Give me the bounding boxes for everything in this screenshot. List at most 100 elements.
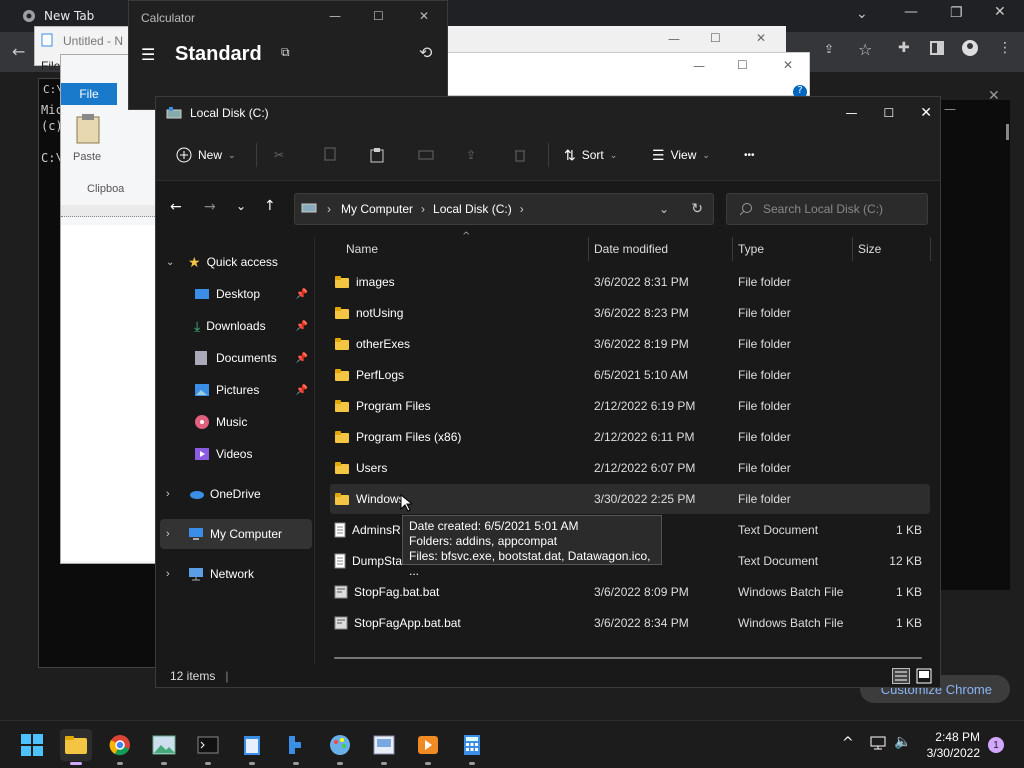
details-view-icon[interactable] bbox=[892, 668, 910, 684]
share-icon[interactable]: ⇪ bbox=[466, 141, 476, 169]
history-icon[interactable]: ⟲ bbox=[419, 43, 432, 62]
column-header-type[interactable]: Type bbox=[738, 237, 764, 261]
pin-icon[interactable]: 📌 bbox=[296, 385, 308, 396]
close-icon[interactable]: ✕ bbox=[988, 88, 1000, 104]
network-icon[interactable] bbox=[870, 736, 886, 750]
share-icon[interactable]: ⇪ bbox=[824, 42, 834, 56]
pin-icon[interactable]: 📌 bbox=[296, 321, 308, 332]
app-icon[interactable] bbox=[280, 729, 312, 765]
file-row[interactable]: notUsing 3/6/2022 8:23 PM File folder bbox=[330, 298, 930, 328]
restore-icon[interactable]: ❐ bbox=[950, 5, 963, 21]
hamburger-icon[interactable]: ☰ bbox=[141, 45, 155, 64]
volume-icon[interactable]: 🔈 bbox=[894, 734, 911, 750]
nav-quick-access[interactable]: ⌄ ★ Quick access bbox=[156, 247, 312, 277]
minimize-icon[interactable]: — bbox=[668, 32, 680, 46]
file-row[interactable]: images 3/6/2022 8:31 PM File folder bbox=[330, 267, 930, 297]
column-header-size[interactable]: Size bbox=[858, 237, 881, 261]
search-input[interactable]: Search Local Disk (C:) bbox=[726, 193, 928, 225]
file-row[interactable]: Program Files 2/12/2022 6:19 PM File folde… bbox=[330, 391, 930, 421]
horizontal-scrollbar[interactable] bbox=[334, 657, 922, 659]
nav-item-downloads[interactable]: ⤓ Downloads 📌 bbox=[156, 311, 312, 341]
canvas[interactable] bbox=[61, 225, 159, 561]
column-header-date[interactable]: Date modified bbox=[594, 237, 668, 261]
nav-my-computer[interactable]: › My Computer bbox=[160, 519, 312, 549]
paste-icon[interactable] bbox=[370, 141, 384, 169]
start-icon[interactable] bbox=[16, 729, 48, 761]
column-header-name[interactable]: Name bbox=[346, 237, 378, 261]
close-icon[interactable]: ✕ bbox=[783, 58, 793, 72]
close-icon[interactable]: ✕ bbox=[994, 4, 1006, 20]
delete-icon[interactable] bbox=[514, 141, 526, 169]
notepad-icon[interactable] bbox=[236, 729, 268, 765]
tiles-view-icon[interactable] bbox=[916, 668, 932, 684]
nav-item-music[interactable]: Music bbox=[156, 407, 312, 437]
copy-icon[interactable] bbox=[322, 141, 336, 169]
pane-divider[interactable] bbox=[314, 237, 315, 665]
maximize-icon[interactable]: ☐ bbox=[884, 106, 895, 120]
file-row[interactable]: StopFagApp.bat.bat 3/6/2022 8:34 PM Window… bbox=[330, 608, 930, 638]
pin-icon[interactable]: 📌 bbox=[296, 353, 308, 364]
minimize-icon[interactable]: — bbox=[944, 102, 956, 116]
nav-item-videos[interactable]: Videos bbox=[156, 439, 312, 469]
sidepanel-icon[interactable] bbox=[930, 41, 944, 55]
nav-network[interactable]: › Network bbox=[156, 559, 312, 589]
maximize-icon[interactable]: ☐ bbox=[373, 9, 384, 23]
column-separator[interactable] bbox=[588, 237, 589, 261]
profile-icon[interactable] bbox=[962, 40, 978, 56]
file-row[interactable]: Program Files (x86) 2/12/2022 6:11 PM File… bbox=[330, 422, 930, 452]
nav-item-pictures[interactable]: Pictures 📌 bbox=[156, 375, 312, 405]
column-separator[interactable] bbox=[930, 237, 931, 261]
close-icon[interactable]: ✕ bbox=[419, 9, 429, 23]
paint-file-tab[interactable]: File bbox=[61, 83, 117, 105]
forward-icon[interactable]: → bbox=[204, 199, 216, 215]
extensions-icon[interactable]: ✚ bbox=[898, 40, 910, 56]
file-row[interactable]: Windows 3/30/2022 2:25 PM File folder bbox=[330, 484, 930, 514]
file-explorer-icon[interactable] bbox=[60, 729, 92, 765]
file-row[interactable]: PerfLogs 6/5/2021 5:10 AM File folder bbox=[330, 360, 930, 390]
notification-badge[interactable]: 1 bbox=[988, 737, 1004, 753]
column-separator[interactable] bbox=[852, 237, 853, 261]
maximize-icon[interactable]: ☐ bbox=[737, 58, 748, 72]
notepad-menu-file[interactable]: File bbox=[41, 59, 60, 73]
close-icon[interactable]: ✕ bbox=[756, 31, 766, 45]
photos-icon[interactable] bbox=[148, 729, 180, 765]
nav-item-desktop[interactable]: Desktop 📌 bbox=[156, 279, 312, 309]
maximize-icon[interactable]: ☐ bbox=[710, 31, 721, 45]
calculator-icon[interactable] bbox=[456, 729, 488, 765]
terminal-icon[interactable] bbox=[192, 729, 224, 765]
keep-on-top-icon[interactable]: ⧉ bbox=[281, 45, 290, 60]
chevron-up-icon[interactable]: ^ bbox=[842, 735, 854, 751]
media-player-icon[interactable] bbox=[412, 729, 444, 765]
chrome-icon[interactable] bbox=[104, 729, 136, 765]
close-icon[interactable]: ✕ bbox=[920, 105, 932, 121]
up-icon[interactable]: ↑ bbox=[264, 198, 276, 214]
chevron-down-icon[interactable]: ⌄ bbox=[856, 6, 868, 22]
image-viewer-icon[interactable] bbox=[368, 729, 400, 765]
address-bar[interactable]: › My Computer › Local Disk (C:) › ⌄ ↻ bbox=[294, 193, 714, 225]
minimize-icon[interactable]: — bbox=[904, 4, 918, 20]
view-button[interactable]: ☰ View ⌄ bbox=[652, 141, 710, 169]
minimize-icon[interactable]: — bbox=[329, 9, 341, 23]
recent-locations-icon[interactable]: ⌄ bbox=[236, 199, 246, 213]
file-row[interactable]: otherExes 3/6/2022 8:19 PM File folder bbox=[330, 329, 930, 359]
scrollbar-thumb[interactable] bbox=[1006, 124, 1009, 140]
file-row[interactable]: Users 2/12/2022 6:07 PM File folder bbox=[330, 453, 930, 483]
minimize-icon[interactable]: — bbox=[693, 59, 705, 73]
minimize-icon[interactable]: — bbox=[846, 106, 858, 120]
sort-button[interactable]: ⇅ Sort ⌄ bbox=[564, 141, 617, 169]
back-icon[interactable]: ← bbox=[12, 42, 25, 61]
breadcrumb-local-disk[interactable]: Local Disk (C:) bbox=[433, 202, 512, 216]
nav-item-documents[interactable]: Documents 📌 bbox=[156, 343, 312, 373]
clipboard-icon[interactable] bbox=[75, 113, 101, 145]
refresh-icon[interactable]: ↻ bbox=[691, 200, 703, 217]
clock[interactable]: 2:48 PM 3/30/2022 bbox=[927, 729, 980, 761]
breadcrumb-my-computer[interactable]: My Computer bbox=[341, 202, 413, 216]
chevron-down-icon[interactable]: ⌄ bbox=[659, 202, 669, 216]
pin-icon[interactable]: 📌 bbox=[296, 289, 308, 300]
column-separator[interactable] bbox=[732, 237, 733, 261]
more-options-button[interactable]: ••• bbox=[744, 141, 755, 169]
new-button[interactable]: New ⌄ bbox=[176, 141, 236, 169]
cut-icon[interactable]: ✂ bbox=[274, 141, 284, 169]
star-icon[interactable]: ☆ bbox=[858, 40, 872, 59]
nav-onedrive[interactable]: › OneDrive bbox=[156, 479, 312, 509]
